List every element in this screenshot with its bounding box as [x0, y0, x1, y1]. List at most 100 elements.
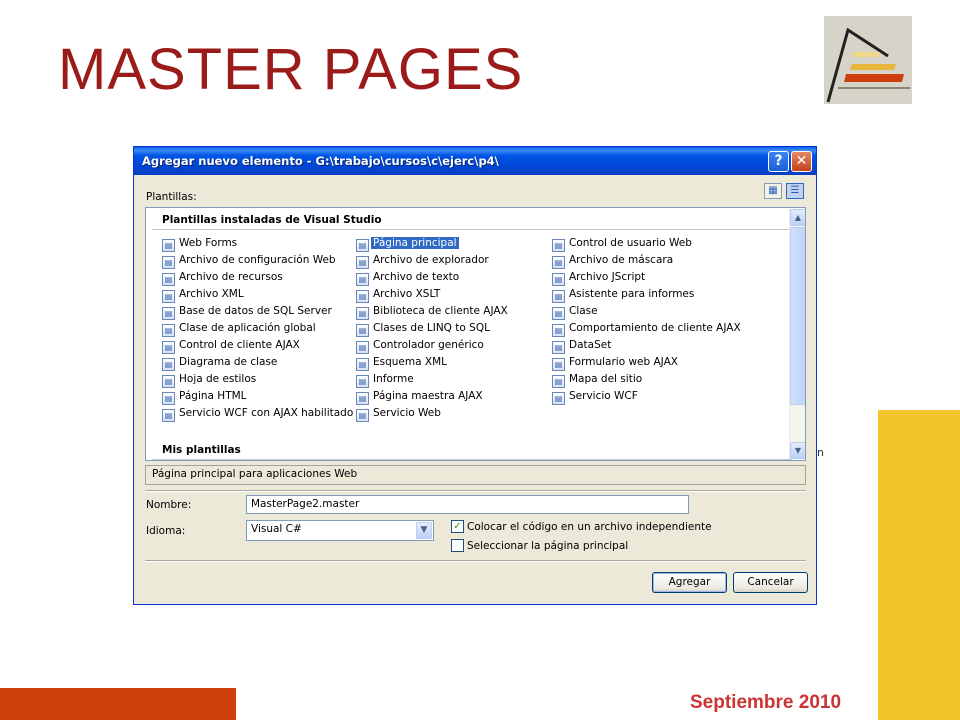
close-button[interactable]: ✕ — [791, 151, 812, 172]
scroll-up-icon[interactable]: ▲ — [790, 209, 805, 226]
template-item[interactable]: ▤ Archivo de explorador — [356, 253, 489, 269]
template-item[interactable]: ▤ Comportamiento de cliente AJAX — [552, 321, 741, 337]
template-item[interactable]: ▤ Página maestra AJAX — [356, 389, 483, 405]
scroll-down-icon[interactable]: ▼ — [790, 442, 805, 459]
select-master-label[interactable]: Seleccionar la página principal — [467, 540, 628, 552]
web-form-icon: ▤ — [162, 239, 175, 252]
database-icon: ▤ — [162, 307, 175, 320]
dialog-titlebar[interactable]: Agregar nuevo elemento - G:\trabajo\curs… — [134, 147, 816, 175]
group-header-my-templates: Mis plantillas — [162, 444, 241, 456]
template-item-label: Biblioteca de cliente AJAX — [373, 305, 508, 317]
template-description: Página principal para aplicaciones Web — [145, 465, 806, 485]
template-item[interactable]: ▤ Control de usuario Web — [552, 236, 692, 252]
template-item[interactable]: ▤ Archivo JScript — [552, 270, 646, 286]
details-view-icon[interactable]: ☰ — [786, 183, 804, 199]
separate-code-label[interactable]: Colocar el código en un archivo independ… — [467, 521, 712, 533]
template-item-label: DataSet — [569, 339, 612, 351]
help-button[interactable]: ? — [768, 151, 789, 172]
template-item[interactable]: ▤ Clase — [552, 304, 598, 320]
templates-list[interactable]: Plantillas instaladas de Visual Studio ▤… — [145, 207, 806, 461]
template-item-label: Diagrama de clase — [179, 356, 278, 368]
report-icon: ▤ — [356, 375, 369, 388]
handler-icon: ▤ — [356, 341, 369, 354]
template-item[interactable]: ▤ Control de cliente AJAX — [162, 338, 300, 354]
master-page-icon: ▤ — [356, 239, 369, 252]
name-input[interactable]: MasterPage2.master — [246, 495, 689, 514]
xslt-file-icon: ▤ — [356, 290, 369, 303]
template-item-label: Formulario web AJAX — [569, 356, 678, 368]
template-item[interactable]: ▤ Asistente para informes — [552, 287, 695, 303]
template-item[interactable]: ▤ Archivo de recursos — [162, 270, 283, 286]
template-item[interactable]: ▤ Clase de aplicación global — [162, 321, 316, 337]
group-divider — [152, 229, 792, 230]
template-item[interactable]: ▤ Hoja de estilos — [162, 372, 256, 388]
template-item-label: Control de usuario Web — [569, 237, 692, 249]
template-item[interactable]: ▤ Página principal — [356, 236, 459, 252]
template-item[interactable]: ▤ Página HTML — [162, 389, 247, 405]
language-label: Idioma: — [146, 525, 186, 537]
ajax-behavior-icon: ▤ — [552, 324, 565, 337]
university-logo — [824, 16, 912, 104]
scroll-thumb[interactable] — [790, 227, 805, 405]
class-diagram-icon: ▤ — [162, 358, 175, 371]
template-item-label: Archivo JScript — [569, 271, 646, 283]
template-item-label: Mapa del sitio — [569, 373, 643, 385]
web-service-icon: ▤ — [356, 409, 369, 422]
template-item[interactable]: ▤ Informe — [356, 372, 414, 388]
sitemap-icon: ▤ — [552, 375, 565, 388]
separate-code-checkbox[interactable]: ✓ — [451, 520, 464, 533]
template-item[interactable]: ▤ Diagrama de clase — [162, 355, 278, 371]
separator — [145, 490, 806, 492]
template-item-label: Web Forms — [179, 237, 238, 249]
template-item[interactable]: ▤ Biblioteca de cliente AJAX — [356, 304, 508, 320]
template-item-label: Servicio Web — [373, 407, 441, 419]
xml-file-icon: ▤ — [162, 290, 175, 303]
resource-file-icon: ▤ — [162, 273, 175, 286]
template-item-label: Clase de aplicación global — [179, 322, 316, 334]
template-item[interactable]: ▤ Servicio WCF — [552, 389, 638, 405]
template-item-label: Archivo de recursos — [179, 271, 283, 283]
template-item-label: Asistente para informes — [569, 288, 695, 300]
template-item[interactable]: ▤ Controlador genérico — [356, 338, 484, 354]
template-item[interactable]: ▤ Servicio Web — [356, 406, 441, 422]
template-item[interactable]: ▤ Archivo XSLT — [356, 287, 440, 303]
template-item[interactable]: ▤ DataSet — [552, 338, 612, 354]
template-item[interactable]: ▤ Archivo de máscara — [552, 253, 673, 269]
template-item[interactable]: ▤ Archivo XML — [162, 287, 244, 303]
ajax-master-icon: ▤ — [356, 392, 369, 405]
html-page-icon: ▤ — [162, 392, 175, 405]
chevron-down-icon[interactable]: ▼ — [416, 522, 432, 539]
template-item[interactable]: ▤ Base de datos de SQL Server — [162, 304, 332, 320]
template-item-label: Página HTML — [179, 390, 247, 402]
separator — [145, 560, 806, 562]
cancel-button[interactable]: Cancelar — [733, 572, 808, 593]
template-item-label: Clases de LINQ to SQL — [373, 322, 490, 334]
select-master-checkbox[interactable] — [451, 539, 464, 552]
report-wizard-icon: ▤ — [552, 290, 565, 303]
template-item[interactable]: ▤ Clases de LINQ to SQL — [356, 321, 490, 337]
template-item[interactable]: ▤ Formulario web AJAX — [552, 355, 678, 371]
stylesheet-icon: ▤ — [162, 375, 175, 388]
jscript-icon: ▤ — [552, 273, 565, 286]
global-class-icon: ▤ — [162, 324, 175, 337]
template-item-label: Servicio WCF con AJAX habilitado — [179, 407, 354, 419]
template-item-label: Clase — [569, 305, 598, 317]
template-item[interactable]: ▤ Servicio WCF con AJAX habilitado — [162, 406, 354, 422]
ajax-library-icon: ▤ — [356, 307, 369, 320]
templates-label: Plantillas: — [146, 191, 197, 203]
large-icons-view-icon[interactable]: ▦ — [764, 183, 782, 199]
language-select[interactable]: Visual C# ▼ — [246, 520, 434, 541]
group-header-installed: Plantillas instaladas de Visual Studio — [162, 214, 382, 226]
add-button[interactable]: Agregar — [652, 572, 727, 593]
template-item-label: Base de datos de SQL Server — [179, 305, 332, 317]
xml-schema-icon: ▤ — [356, 358, 369, 371]
template-item[interactable]: ▤ Web Forms — [162, 236, 238, 252]
template-item[interactable]: ▤ Mapa del sitio — [552, 372, 643, 388]
wcf-service-icon: ▤ — [552, 392, 565, 405]
browser-file-icon: ▤ — [356, 256, 369, 269]
list-scrollbar[interactable]: ▲ ▼ — [789, 209, 805, 459]
template-item[interactable]: ▤ Archivo de texto — [356, 270, 459, 286]
wcf-ajax-icon: ▤ — [162, 409, 175, 422]
template-item[interactable]: ▤ Archivo de configuración Web — [162, 253, 336, 269]
template-item[interactable]: ▤ Esquema XML — [356, 355, 447, 371]
